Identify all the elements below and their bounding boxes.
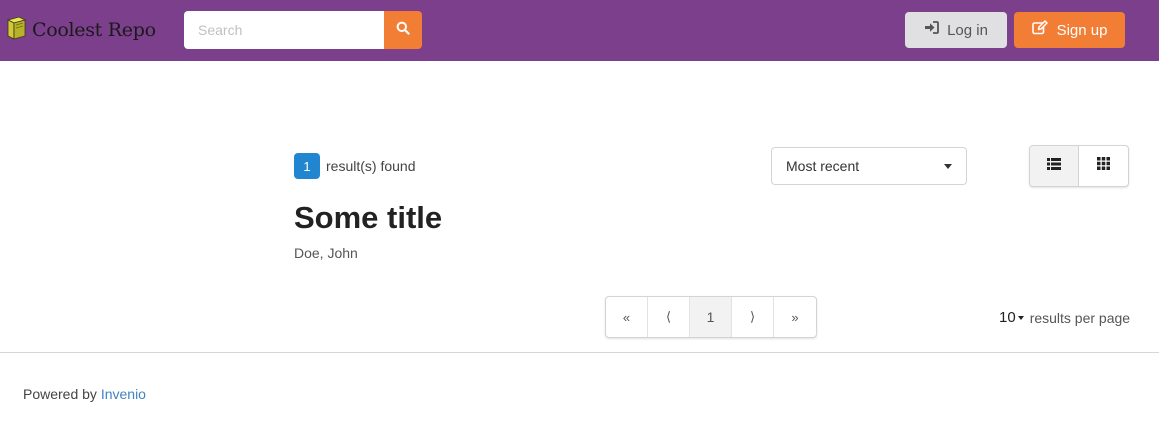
footer-divider <box>0 352 1159 353</box>
list-layout-button[interactable] <box>1030 146 1080 186</box>
result-count-badge: 1 <box>294 153 320 179</box>
sign-in-icon <box>924 21 939 39</box>
navbar: Coolest Repo Log in Sign up <box>0 0 1159 61</box>
search-input[interactable] <box>184 11 384 49</box>
login-label: Log in <box>947 21 988 39</box>
caret-down-icon <box>1017 316 1024 320</box>
prev-page-button[interactable]: ⟨ <box>648 297 690 337</box>
signup-label: Sign up <box>1056 21 1108 39</box>
result-title-link[interactable]: Some title <box>294 200 442 236</box>
result-authors: Doe, John <box>294 245 358 261</box>
brand-logo[interactable]: Coolest Repo <box>4 16 156 44</box>
search-button[interactable] <box>384 11 422 49</box>
footer: Powered by Invenio <box>23 386 146 402</box>
results-per-page: 10 results per page <box>999 309 1130 326</box>
sort-dropdown[interactable]: Most recent <box>771 147 967 185</box>
next-page-button[interactable]: ⟩ <box>732 297 774 337</box>
chevron-down-icon <box>944 164 952 169</box>
result-count-label: result(s) found <box>326 158 416 174</box>
search-icon <box>396 21 410 40</box>
per-page-value: 10 <box>999 309 1016 326</box>
last-page-button[interactable]: » <box>774 297 816 337</box>
powered-by-label: Powered by <box>23 386 97 402</box>
pagination: « ⟨ 1 ⟩ » <box>605 296 817 338</box>
per-page-label: results per page <box>1029 309 1131 326</box>
first-page-button[interactable]: « <box>606 297 648 337</box>
sort-selected-value: Most recent <box>786 158 860 174</box>
login-button[interactable]: Log in <box>905 12 1007 48</box>
layout-switcher <box>1029 145 1129 187</box>
grid-layout-button[interactable] <box>1079 146 1128 186</box>
brand-name: Coolest Repo <box>32 19 156 41</box>
list-icon <box>1047 157 1061 175</box>
grid-icon <box>1097 157 1110 175</box>
book-icon <box>4 15 29 46</box>
invenio-link[interactable]: Invenio <box>101 386 146 402</box>
per-page-dropdown[interactable]: 10 <box>999 309 1024 326</box>
signup-button[interactable]: Sign up <box>1014 12 1125 48</box>
edit-icon <box>1031 20 1048 40</box>
page-1-button[interactable]: 1 <box>690 297 732 337</box>
